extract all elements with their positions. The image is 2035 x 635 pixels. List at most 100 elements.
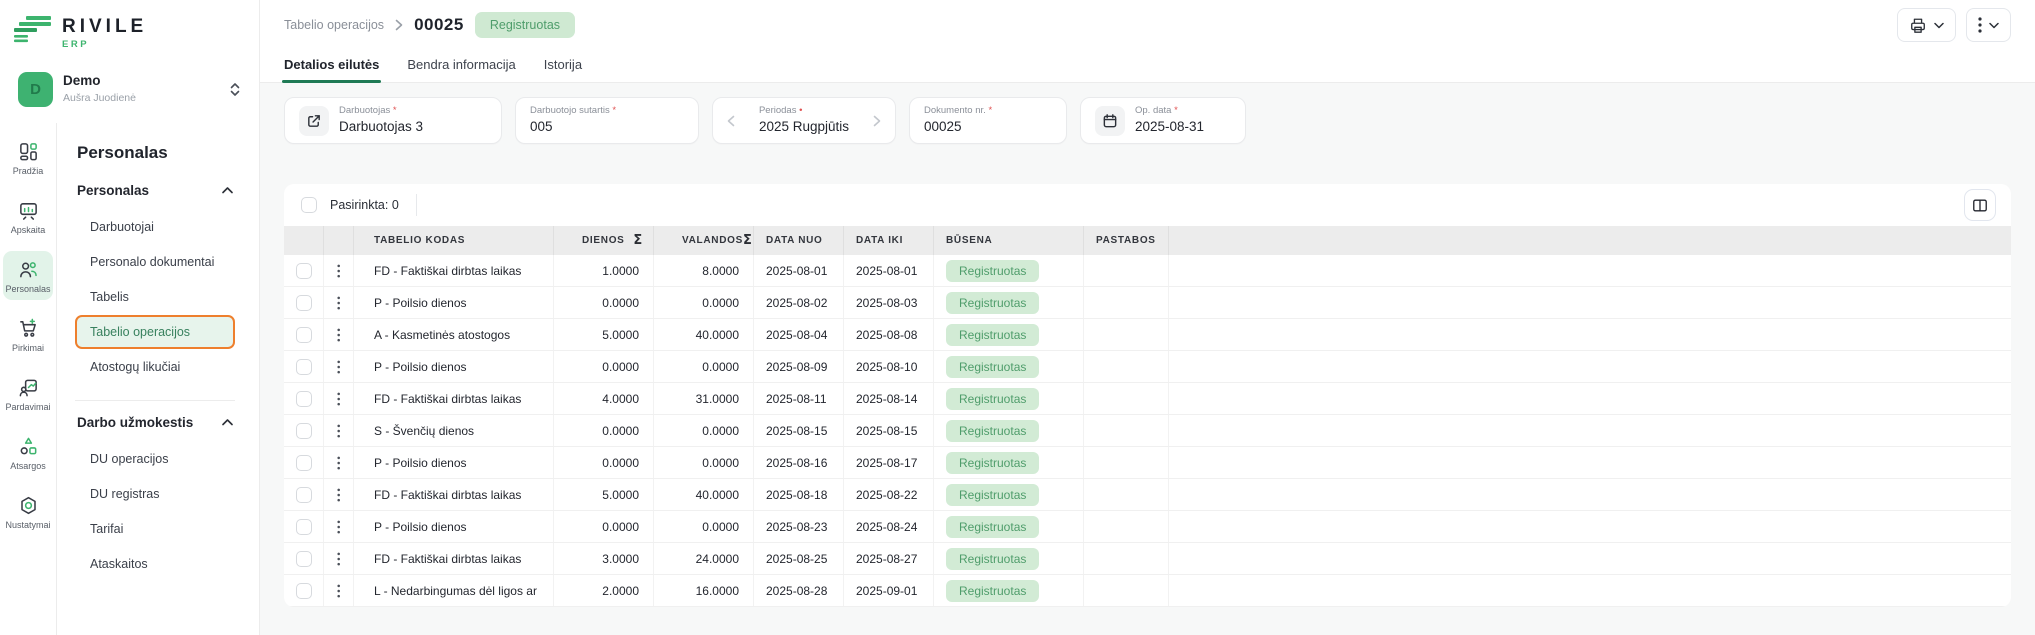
row-checkbox[interactable]	[295, 390, 312, 407]
row-menu-button[interactable]	[324, 575, 354, 606]
rail-item-atsargos[interactable]: Atsargos	[3, 428, 53, 477]
col-tabelio-kodas[interactable]: TABELIO KODAS	[354, 226, 554, 255]
cell-data-nuo: 2025-08-23	[754, 511, 844, 542]
chevron-down-icon	[1989, 22, 1999, 28]
brand-suffix: ERP	[62, 39, 90, 50]
cell-valandos: 31.0000	[654, 383, 754, 414]
rail-item-pradzia[interactable]: Pradžia	[3, 133, 53, 182]
table-row[interactable]: P - Poilsio dienos 0.0000 0.0000 2025-08…	[284, 447, 2011, 479]
header-checkbox-col	[284, 226, 324, 255]
field-darbuotojas[interactable]: Darbuotojas * Darbuotojas 3	[284, 97, 502, 144]
row-checkbox[interactable]	[295, 518, 312, 535]
column-settings-button[interactable]	[1964, 189, 1996, 221]
rail-item-personalas[interactable]: Personalas	[3, 250, 53, 300]
cell-dienos: 3.0000	[554, 543, 654, 574]
chevron-up-icon	[222, 186, 233, 193]
table-row[interactable]: FD - Faktiškai dirbtas laikas 1.0000 8.0…	[284, 255, 2011, 287]
calendar-icon[interactable]	[1095, 105, 1125, 136]
section-darbo-uzmokestis-toggle[interactable]: Darbo užmokestis	[77, 415, 233, 430]
row-checkbox[interactable]	[295, 294, 312, 311]
sidebar-panel: Personalas Personalas Darbuotojai Person…	[57, 123, 259, 635]
field-label: Dokumento nr.	[924, 105, 986, 117]
sigma-icon[interactable]: Σ	[633, 233, 643, 248]
brand-logo[interactable]: RIVILE ERP	[14, 14, 243, 50]
table-row[interactable]: L - Nedarbingumas dėl ligos ar 2.0000 16…	[284, 575, 2011, 607]
field-periodas[interactable]: Periodas • 2025 Rugpjūtis	[712, 97, 896, 144]
row-menu-button[interactable]	[324, 383, 354, 414]
field-dokumento-nr[interactable]: Dokumento nr. * 00025	[909, 97, 1067, 144]
table-row[interactable]: P - Poilsio dienos 0.0000 0.0000 2025-08…	[284, 511, 2011, 543]
sidebar-item-tabelis[interactable]: Tabelis	[75, 280, 235, 314]
section-personalas-toggle[interactable]: Personalas	[77, 183, 233, 198]
sidebar-item-du-registras[interactable]: DU registras	[75, 477, 235, 511]
row-menu-button[interactable]	[324, 255, 354, 286]
brand-text: RIVILE ERP	[62, 14, 147, 50]
cell-valandos: 40.0000	[654, 319, 754, 350]
row-menu-button[interactable]	[324, 415, 354, 446]
breadcrumb[interactable]: Tabelio operacijos	[284, 18, 384, 32]
table-row[interactable]: S - Švenčių dienos 0.0000 0.0000 2025-08…	[284, 415, 2011, 447]
row-menu-button[interactable]	[324, 543, 354, 574]
tab-istorija[interactable]: Istorija	[544, 46, 582, 82]
cell-valandos: 0.0000	[654, 287, 754, 318]
required-marker: *	[1174, 105, 1178, 117]
panel-title: Personalas	[77, 142, 168, 162]
sidebar-item-tabelio-operacijos[interactable]: Tabelio operacijos	[75, 314, 235, 349]
row-menu-button[interactable]	[324, 351, 354, 382]
sidebar-item-label: Darbuotojai	[90, 219, 154, 234]
chevron-updown-icon	[230, 82, 240, 96]
sidebar-item-du-operacijos[interactable]: DU operacijos	[75, 442, 235, 476]
row-checkbox[interactable]	[295, 582, 312, 599]
table-row[interactable]: FD - Faktiškai dirbtas laikas 3.0000 24.…	[284, 543, 2011, 575]
row-checkbox[interactable]	[295, 262, 312, 279]
cell-filler	[1169, 479, 2011, 510]
rail-item-pardavimai[interactable]: Pardavimai	[3, 369, 53, 418]
col-data-iki[interactable]: DATA IKI	[844, 226, 934, 255]
row-menu-button[interactable]	[324, 447, 354, 478]
table-row[interactable]: FD - Faktiškai dirbtas laikas 5.0000 40.…	[284, 479, 2011, 511]
row-checkbox[interactable]	[295, 422, 312, 439]
row-checkbox[interactable]	[295, 486, 312, 503]
rail-item-pirkimai[interactable]: Pirkimai	[3, 310, 53, 359]
table-header: TABELIO KODAS DIENOS Σ VALANDOS Σ DATA NUO…	[284, 226, 2011, 255]
row-checkbox[interactable]	[295, 550, 312, 567]
select-all-checkbox[interactable]	[301, 197, 317, 213]
col-data-nuo[interactable]: DATA NUO	[754, 226, 844, 255]
row-menu-button[interactable]	[324, 511, 354, 542]
external-link-icon[interactable]	[299, 105, 329, 136]
col-dienos[interactable]: DIENOS Σ	[554, 226, 654, 255]
row-menu-button[interactable]	[324, 287, 354, 318]
more-actions-button[interactable]	[1966, 8, 2011, 42]
row-checkbox[interactable]	[295, 358, 312, 375]
table-row[interactable]: P - Poilsio dienos 0.0000 0.0000 2025-08…	[284, 287, 2011, 319]
sidebar-item-darbuotojai[interactable]: Darbuotojai	[75, 210, 235, 244]
sigma-icon[interactable]: Σ	[743, 233, 753, 248]
row-checkbox[interactable]	[295, 454, 312, 471]
sidebar-item-personalo-dokumentai[interactable]: Personalo dokumentai	[75, 245, 235, 279]
sidebar-item-tarifai[interactable]: Tarifai	[75, 512, 235, 546]
field-darbuotojo-sutartis[interactable]: Darbuotojo sutartis * 005	[515, 97, 699, 144]
tab-bendra-informacija[interactable]: Bendra informacija	[407, 46, 515, 82]
rail-item-nustatymai[interactable]: Nustatymai	[3, 487, 53, 536]
sidebar-item-atostogu-likuciai[interactable]: Atostogų likučiai	[75, 350, 235, 384]
cart-icon	[19, 318, 36, 337]
rail-item-apskaita[interactable]: Apskaita	[3, 192, 53, 241]
field-op-data[interactable]: Op. data * 2025-08-31	[1080, 97, 1246, 144]
sidebar-item-ataskaitos[interactable]: Ataskaitos	[75, 547, 235, 581]
row-menu-button[interactable]	[324, 479, 354, 510]
period-next-icon[interactable]	[873, 115, 881, 127]
period-prev-icon[interactable]	[727, 115, 735, 127]
row-menu-button[interactable]	[324, 319, 354, 350]
col-valandos[interactable]: VALANDOS Σ	[654, 226, 754, 255]
row-checkbox[interactable]	[295, 326, 312, 343]
cell-data-iki: 2025-08-27	[844, 543, 934, 574]
table-row[interactable]: A - Kasmetinės atostogos 5.0000 40.0000 …	[284, 319, 2011, 351]
table-row[interactable]: P - Poilsio dienos 0.0000 0.0000 2025-08…	[284, 351, 2011, 383]
print-button[interactable]	[1897, 8, 1956, 42]
tab-detalios-eilutes[interactable]: Detalios eilutės	[281, 46, 382, 83]
table-row[interactable]: FD - Faktiškai dirbtas laikas 4.0000 31.…	[284, 383, 2011, 415]
workspace-switcher[interactable]: D Demo Aušra Juodienė	[14, 70, 243, 115]
col-busena[interactable]: BŪSENA	[934, 226, 1084, 255]
tab-label: Detalios eilutės	[284, 56, 380, 72]
col-pastabos[interactable]: PASTABOS	[1084, 226, 1169, 255]
